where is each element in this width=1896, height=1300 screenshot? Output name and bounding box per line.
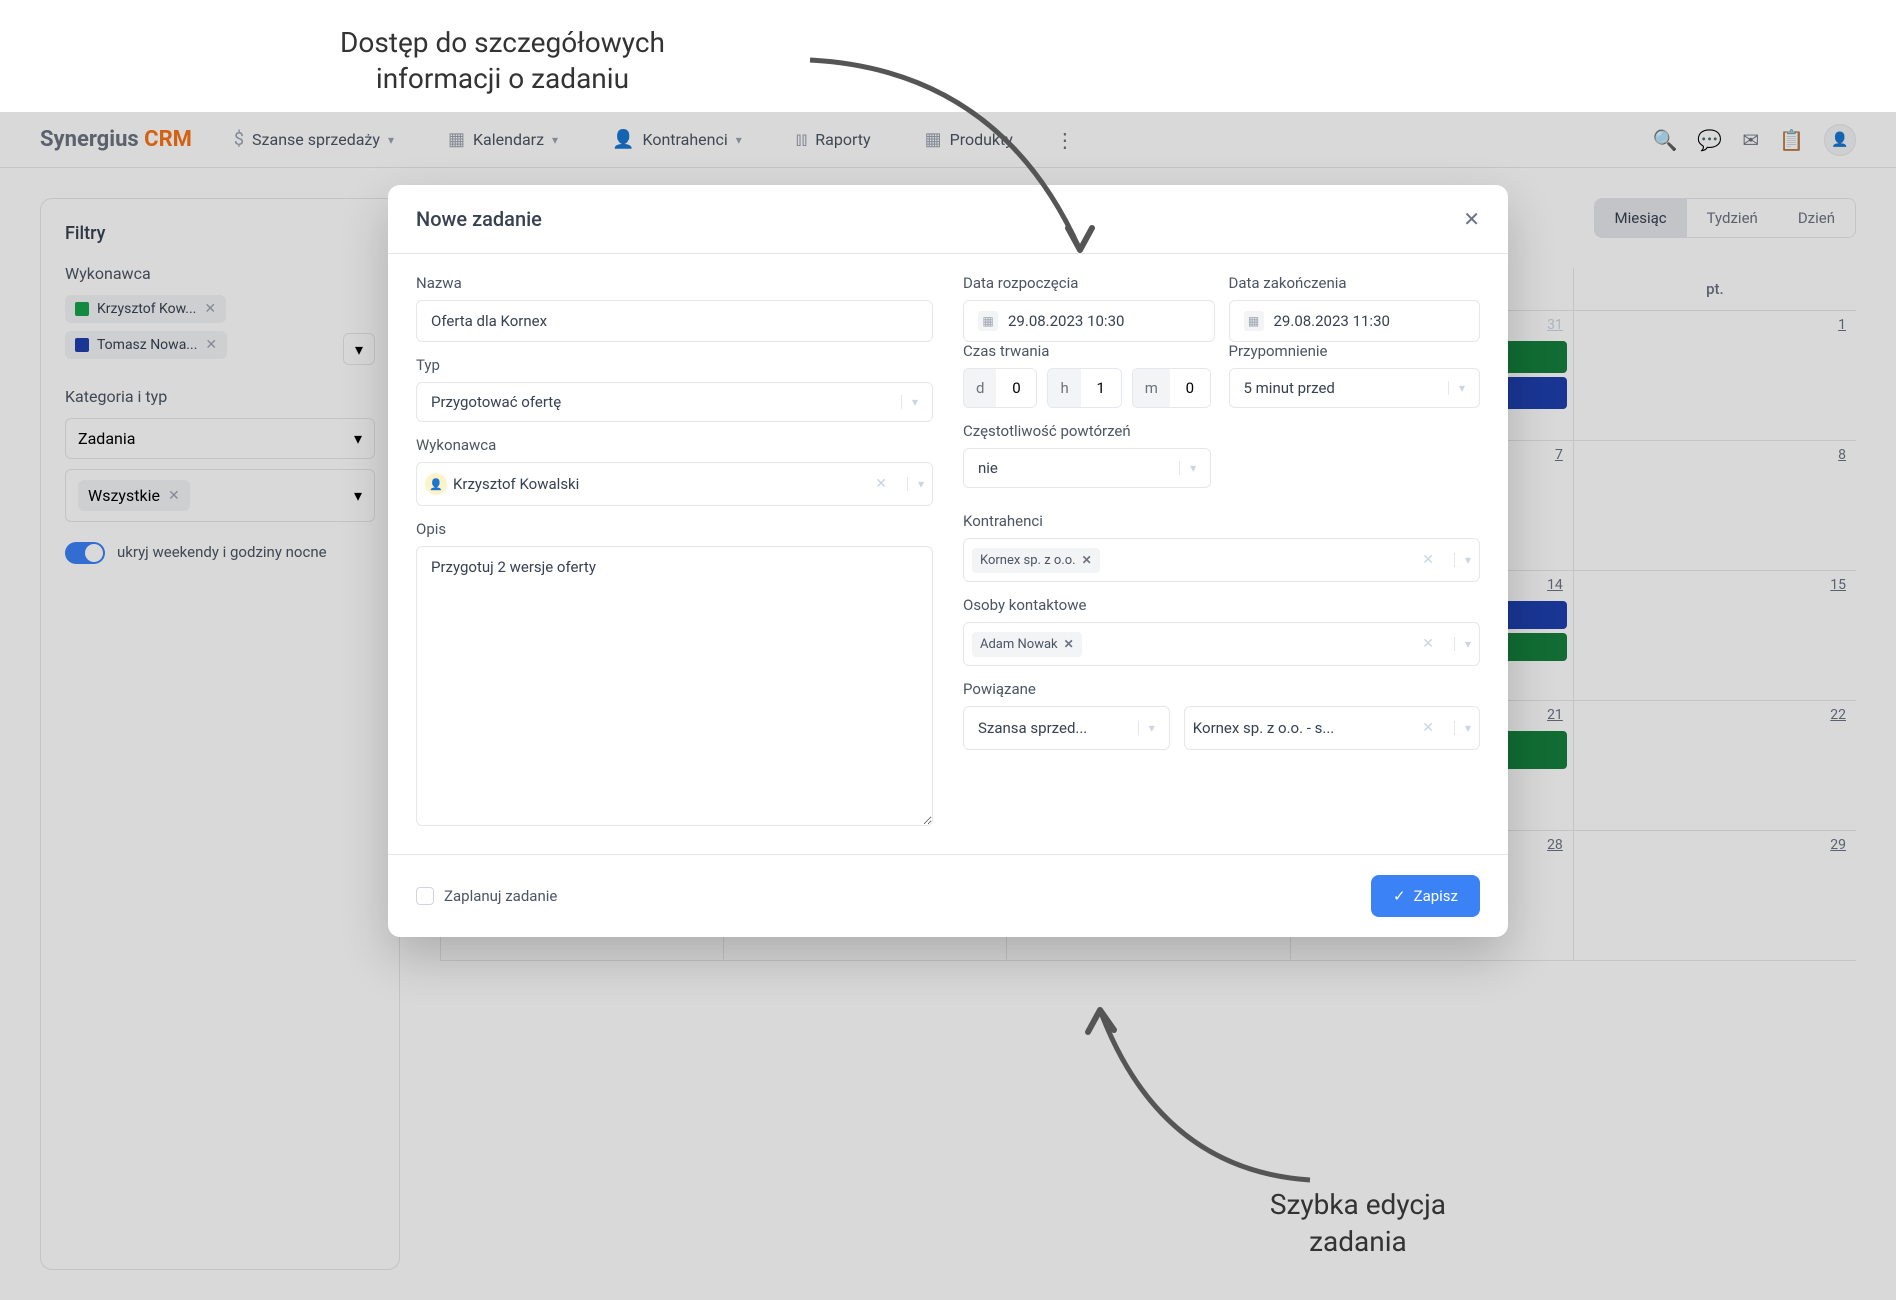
clear-icon[interactable]: ✕: [1416, 636, 1440, 652]
duration-days[interactable]: d: [963, 368, 1037, 408]
schedule-task-checkbox[interactable]: [416, 887, 434, 905]
check-icon: ✓: [1393, 887, 1406, 905]
performer-value: Krzysztof Kowalski: [453, 475, 579, 493]
annotation-top: Dostęp do szczegółowych informacji o zad…: [340, 25, 665, 98]
duration-minutes[interactable]: m: [1132, 368, 1211, 408]
contact-chip: Adam Nowak ✕: [972, 632, 1082, 657]
calendar-icon: ▦: [1244, 311, 1264, 331]
remove-chip-icon[interactable]: ✕: [1064, 637, 1074, 651]
save-label: Zapisz: [1414, 887, 1458, 905]
save-button[interactable]: ✓ Zapisz: [1371, 875, 1480, 917]
schedule-task-label: Zaplanuj zadanie: [444, 887, 557, 905]
arrow-bottom: [1060, 980, 1340, 1200]
chevron-down-icon: ▾: [1454, 721, 1471, 735]
description-label: Opis: [416, 520, 933, 538]
contractors-select[interactable]: Kornex sp. z o.o. ✕ ✕ ▾: [963, 538, 1480, 582]
modal-footer: Zaplanuj zadanie ✓ Zapisz: [388, 854, 1508, 937]
clear-icon[interactable]: ✕: [1416, 552, 1440, 568]
minutes-input[interactable]: [1170, 369, 1210, 407]
duration-hours[interactable]: h: [1047, 368, 1121, 408]
h-label: h: [1048, 369, 1080, 407]
reminder-select[interactable]: 5 minut przed ▾: [1229, 368, 1481, 408]
contacts-select[interactable]: Adam Nowak ✕ ✕ ▾: [963, 622, 1480, 666]
days-input[interactable]: [996, 369, 1036, 407]
reminder-label: Przypomnienie: [1229, 342, 1481, 360]
frequency-value: nie: [978, 459, 998, 477]
frequency-label: Częstotliwość powtórzeń: [963, 422, 1480, 440]
chevron-down-icon: ▾: [1454, 553, 1471, 567]
d-label: d: [964, 369, 996, 407]
type-value: Przygotować ofertę: [431, 393, 561, 411]
performer-select[interactable]: 👤 Krzysztof Kowalski ✕ ▾: [416, 462, 933, 506]
contractor-chip: Kornex sp. z o.o. ✕: [972, 548, 1100, 573]
chip-text: Kornex sp. z o.o.: [980, 553, 1076, 568]
clear-icon[interactable]: ✕: [869, 476, 893, 492]
m-label: m: [1133, 369, 1170, 407]
chevron-down-icon: ▾: [1179, 461, 1196, 475]
related-type-select[interactable]: Szansa sprzed... ▾: [963, 706, 1170, 750]
end-date-label: Data zakończenia: [1229, 274, 1481, 292]
close-modal-button[interactable]: ✕: [1463, 207, 1480, 231]
start-date-value: 29.08.2023 10:30: [1008, 312, 1124, 330]
modal-title: Nowe zadanie: [416, 207, 542, 231]
performer-label: Wykonawca: [416, 436, 933, 454]
hours-input[interactable]: [1081, 369, 1121, 407]
chip-text: Adam Nowak: [980, 637, 1058, 652]
chevron-down-icon: ▾: [907, 477, 924, 491]
frequency-select[interactable]: nie ▾: [963, 448, 1211, 488]
end-date-value: 29.08.2023 11:30: [1274, 312, 1390, 330]
description-textarea[interactable]: Przygotuj 2 wersje oferty: [416, 546, 933, 826]
chevron-down-icon: ▾: [901, 395, 918, 409]
start-date-input[interactable]: ▦ 29.08.2023 10:30: [963, 300, 1215, 342]
remove-chip-icon[interactable]: ✕: [1082, 553, 1092, 567]
end-date-input[interactable]: ▦ 29.08.2023 11:30: [1229, 300, 1481, 342]
chevron-down-icon: ▾: [1448, 381, 1465, 395]
related-type-value: Szansa sprzed...: [978, 719, 1087, 737]
related-value: Kornex sp. z o.o. - s...: [1193, 719, 1334, 737]
clear-icon[interactable]: ✕: [1416, 720, 1440, 736]
related-value-select[interactable]: Kornex sp. z o.o. - s... ✕ ▾: [1184, 706, 1480, 750]
chevron-down-icon: ▾: [1138, 721, 1155, 735]
task-name-input[interactable]: [416, 300, 933, 342]
avatar-icon: 👤: [425, 473, 447, 495]
related-label: Powiązane: [963, 680, 1480, 698]
contacts-label: Osoby kontaktowe: [963, 596, 1480, 614]
reminder-value: 5 minut przed: [1244, 379, 1335, 397]
task-type-select[interactable]: Przygotować ofertę ▾: [416, 382, 933, 422]
calendar-icon: ▦: [978, 311, 998, 331]
chevron-down-icon: ▾: [1454, 637, 1471, 651]
duration-label: Czas trwania: [963, 342, 1215, 360]
new-task-modal: Nowe zadanie ✕ Nazwa Typ Przygotować ofe…: [388, 185, 1508, 937]
contractors-label: Kontrahenci: [963, 512, 1480, 530]
arrow-top: [800, 50, 1120, 280]
type-label: Typ: [416, 356, 933, 374]
